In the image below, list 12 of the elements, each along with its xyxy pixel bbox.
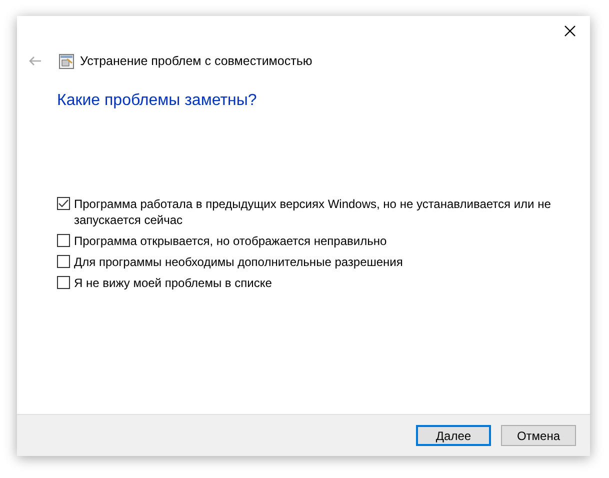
program-window-icon — [59, 54, 74, 68]
question-heading: Какие проблемы заметны? — [57, 92, 258, 110]
back-arrow-icon — [28, 56, 42, 66]
problem-checkbox[interactable]: Для программы необходимы дополнительные разрешения — [57, 254, 557, 270]
problem-checkbox[interactable]: Программа работала в предыдущих версиях Windows, но не устанавливается или не запускается сейчас — [57, 196, 557, 228]
checkmark-icon — [58, 199, 69, 208]
problem-checkbox[interactable]: Я не вижу моей проблемы в списке — [57, 275, 557, 291]
problem-checkbox[interactable]: Программа открывается, но отображается неправильно — [57, 233, 557, 249]
dialog-button[interactable]: Далее — [416, 425, 491, 446]
dialog-button[interactable]: Отмена — [501, 425, 576, 446]
window-title: Устранение проблем с совместимостью — [80, 54, 312, 68]
close-icon — [564, 25, 576, 37]
